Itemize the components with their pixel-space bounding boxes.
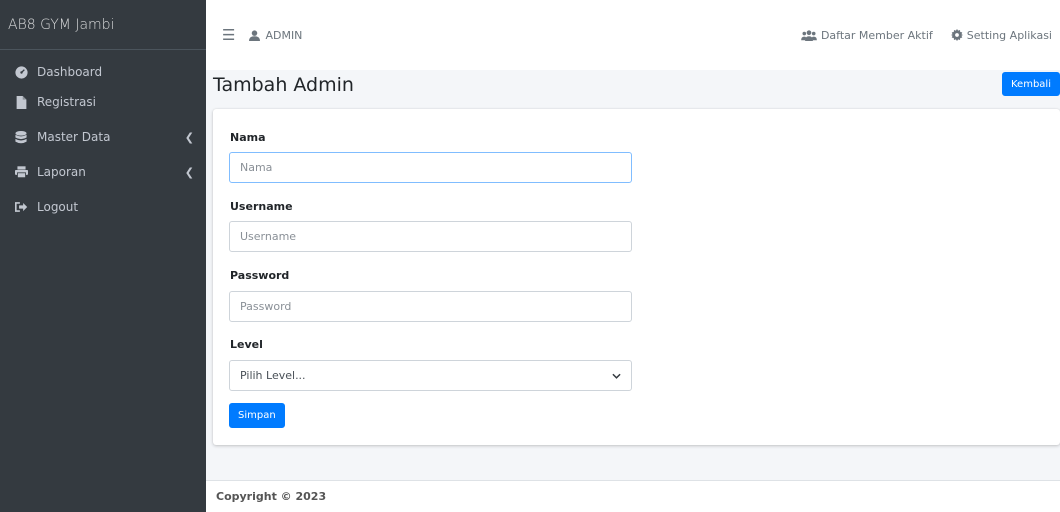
sidebar-item-label: Logout: [37, 200, 79, 214]
chevron-down-icon: [612, 369, 621, 382]
sidebar-item-label: Master Data: [37, 130, 111, 144]
sidebar-nav: Dashboard Registrasi Master Data ❮ Lapor…: [0, 60, 206, 224]
hamburger-menu-icon[interactable]: ☰: [222, 26, 235, 44]
brand-text: AB8 GYM Jambi: [8, 16, 115, 33]
username-label: Username: [230, 200, 293, 213]
sidebar-item-master-data[interactable]: Master Data ❮: [0, 120, 206, 154]
password-label: Password: [230, 269, 290, 282]
admin-user-link[interactable]: ADMIN: [249, 29, 302, 42]
daftar-member-aktif-link[interactable]: Daftar Member Aktif: [801, 29, 933, 42]
nama-label: Nama: [230, 131, 266, 144]
setting-aplikasi-label: Setting Aplikasi: [966, 28, 1052, 42]
tachometer-icon: [14, 65, 28, 79]
users-icon: [801, 29, 817, 41]
cog-icon: [950, 29, 963, 41]
form-card: Nama Username Password Level Pilih Level…: [213, 109, 1060, 445]
footer: Copyright © 2023: [206, 480, 1060, 512]
content-header: Tambah Admin Kembali: [206, 70, 1060, 108]
level-select[interactable]: Pilih Level...: [229, 360, 632, 391]
sidebar: AB8 GYM Jambi Dashboard Registrasi Maste…: [0, 0, 206, 512]
simpan-button[interactable]: Simpan: [229, 403, 285, 428]
sidebar-item-label: Laporan: [37, 165, 86, 179]
sidebar-item-registrasi[interactable]: Registrasi: [0, 85, 206, 119]
sidebar-item-dashboard[interactable]: Dashboard: [0, 60, 206, 84]
copyright-text: Copyright © 2023: [216, 490, 327, 503]
level-selected-value: Pilih Level...: [240, 369, 306, 382]
sidebar-item-label: Registrasi: [37, 95, 96, 109]
setting-aplikasi-link[interactable]: Setting Aplikasi: [950, 28, 1052, 42]
user-icon: [249, 29, 261, 41]
sign-out-icon: [14, 200, 28, 214]
topbar-right-links: Daftar Member Aktif Setting Aplikasi: [801, 0, 1052, 70]
sidebar-item-label: Dashboard: [37, 65, 103, 79]
file-icon: [14, 95, 28, 109]
page-title: Tambah Admin: [213, 74, 354, 96]
admin-label: ADMIN: [265, 28, 303, 42]
sidebar-item-laporan[interactable]: Laporan ❮: [0, 155, 206, 189]
chevron-left-icon: ❮: [184, 165, 194, 179]
password-input[interactable]: [229, 291, 632, 322]
print-icon: [14, 165, 28, 179]
chevron-left-icon: ❮: [184, 130, 194, 144]
brand-link[interactable]: AB8 GYM Jambi: [0, 0, 206, 50]
daftar-member-aktif-label: Daftar Member Aktif: [820, 28, 933, 42]
level-label: Level: [230, 338, 263, 351]
database-icon: [14, 130, 28, 144]
top-navbar: ☰ ADMIN Daftar Member Aktif Setting Apli…: [206, 0, 1060, 70]
nama-input[interactable]: [229, 152, 632, 183]
kembali-button[interactable]: Kembali: [1002, 72, 1060, 96]
username-input[interactable]: [229, 221, 632, 252]
sidebar-item-logout[interactable]: Logout: [0, 190, 206, 224]
